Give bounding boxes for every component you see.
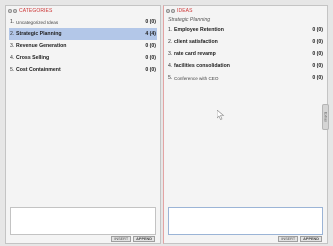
extras-side-tab[interactable]: Extras [322, 104, 329, 130]
category-actions: INSERT APPEND [111, 236, 155, 242]
collapse-icon[interactable] [166, 9, 170, 13]
category-number: 4. [10, 55, 15, 61]
idea-number: 3. [168, 51, 173, 57]
categories-list: 1. Uncategorized Ideas 0 (0) 2. Strategi… [6, 16, 160, 76]
idea-label: rate card revamp [174, 51, 216, 57]
menu-icon[interactable] [13, 9, 17, 13]
idea-count: 0 (0) [312, 63, 323, 69]
idea-count: 0 (0) [312, 51, 323, 57]
category-item-3[interactable]: 3. Revenue Generation 0 (0) [9, 40, 157, 52]
category-append-button[interactable]: APPEND [133, 236, 155, 242]
idea-append-button[interactable]: APPEND [300, 236, 322, 242]
ideas-panel: IDEAS Strategic Planning 1. Employee Ret… [163, 5, 329, 244]
menu-icon[interactable] [171, 9, 175, 13]
category-label: Strategic Planning [16, 31, 62, 37]
idea-label: facilities consolidation [174, 63, 230, 69]
category-count: 0 (0) [145, 19, 156, 25]
idea-label: Conference with CEO [174, 75, 219, 81]
idea-item-4[interactable]: 4. facilities consolidation 0 (0) [167, 60, 324, 72]
category-label: Cross Selling [16, 55, 50, 61]
idea-input[interactable] [169, 208, 322, 234]
idea-label: client satisfaction [174, 39, 218, 45]
idea-number: 1. [168, 27, 173, 33]
category-count: 0 (0) [145, 55, 156, 61]
ideas-category-subtitle: Strategic Planning [168, 17, 211, 23]
idea-item-5[interactable]: 5. Conference with CEO 0 (0) [167, 72, 324, 84]
ideas-title: IDEAS [177, 8, 193, 14]
categories-header: CATEGORIES [6, 6, 160, 16]
category-label: Revenue Generation [16, 43, 67, 49]
category-item-1[interactable]: 1. Uncategorized Ideas 0 (0) [9, 16, 157, 28]
categories-panel: CATEGORIES 1. Uncategorized Ideas 0 (0) … [5, 5, 161, 244]
idea-item-1[interactable]: 1. Employee Retention 0 (0) [167, 24, 324, 36]
category-number: 2. [10, 31, 15, 37]
mouse-cursor-icon [217, 110, 225, 120]
category-item-4[interactable]: 4. Cross Selling 0 (0) [9, 52, 157, 64]
idea-count: 0 (0) [312, 27, 323, 33]
idea-label: Employee Retention [174, 27, 224, 33]
category-input-area[interactable] [10, 207, 156, 235]
category-input[interactable] [11, 208, 155, 234]
category-item-2[interactable]: 2. Strategic Planning 4 (4) [9, 28, 157, 40]
idea-item-3[interactable]: 3. rate card revamp 0 (0) [167, 48, 324, 60]
idea-number: 4. [168, 63, 173, 69]
category-count: 0 (0) [145, 67, 156, 73]
idea-actions: INSERT APPEND [278, 236, 322, 242]
idea-item-2[interactable]: 2. client satisfaction 0 (0) [167, 36, 324, 48]
idea-number: 5. [168, 75, 173, 81]
idea-count: 0 (0) [312, 39, 323, 45]
panel-controls [166, 9, 175, 13]
category-number: 1. [10, 19, 15, 25]
category-item-5[interactable]: 5. Cost Containment 0 (0) [9, 64, 157, 76]
ideas-list: 1. Employee Retention 0 (0) 2. client sa… [164, 24, 327, 84]
idea-insert-button[interactable]: INSERT [278, 236, 299, 242]
idea-count: 0 (0) [312, 75, 323, 81]
ideas-header: IDEAS [164, 6, 327, 16]
category-number: 3. [10, 43, 15, 49]
category-label: Cost Containment [16, 67, 61, 73]
collapse-icon[interactable] [8, 9, 12, 13]
category-insert-button[interactable]: INSERT [111, 236, 132, 242]
categories-title: CATEGORIES [19, 8, 53, 14]
category-count: 4 (4) [145, 31, 156, 37]
category-number: 5. [10, 67, 15, 73]
category-label: Uncategorized Ideas [16, 19, 59, 25]
idea-number: 2. [168, 39, 173, 45]
idea-input-area[interactable] [168, 207, 323, 235]
panel-controls [8, 9, 17, 13]
category-count: 0 (0) [145, 43, 156, 49]
